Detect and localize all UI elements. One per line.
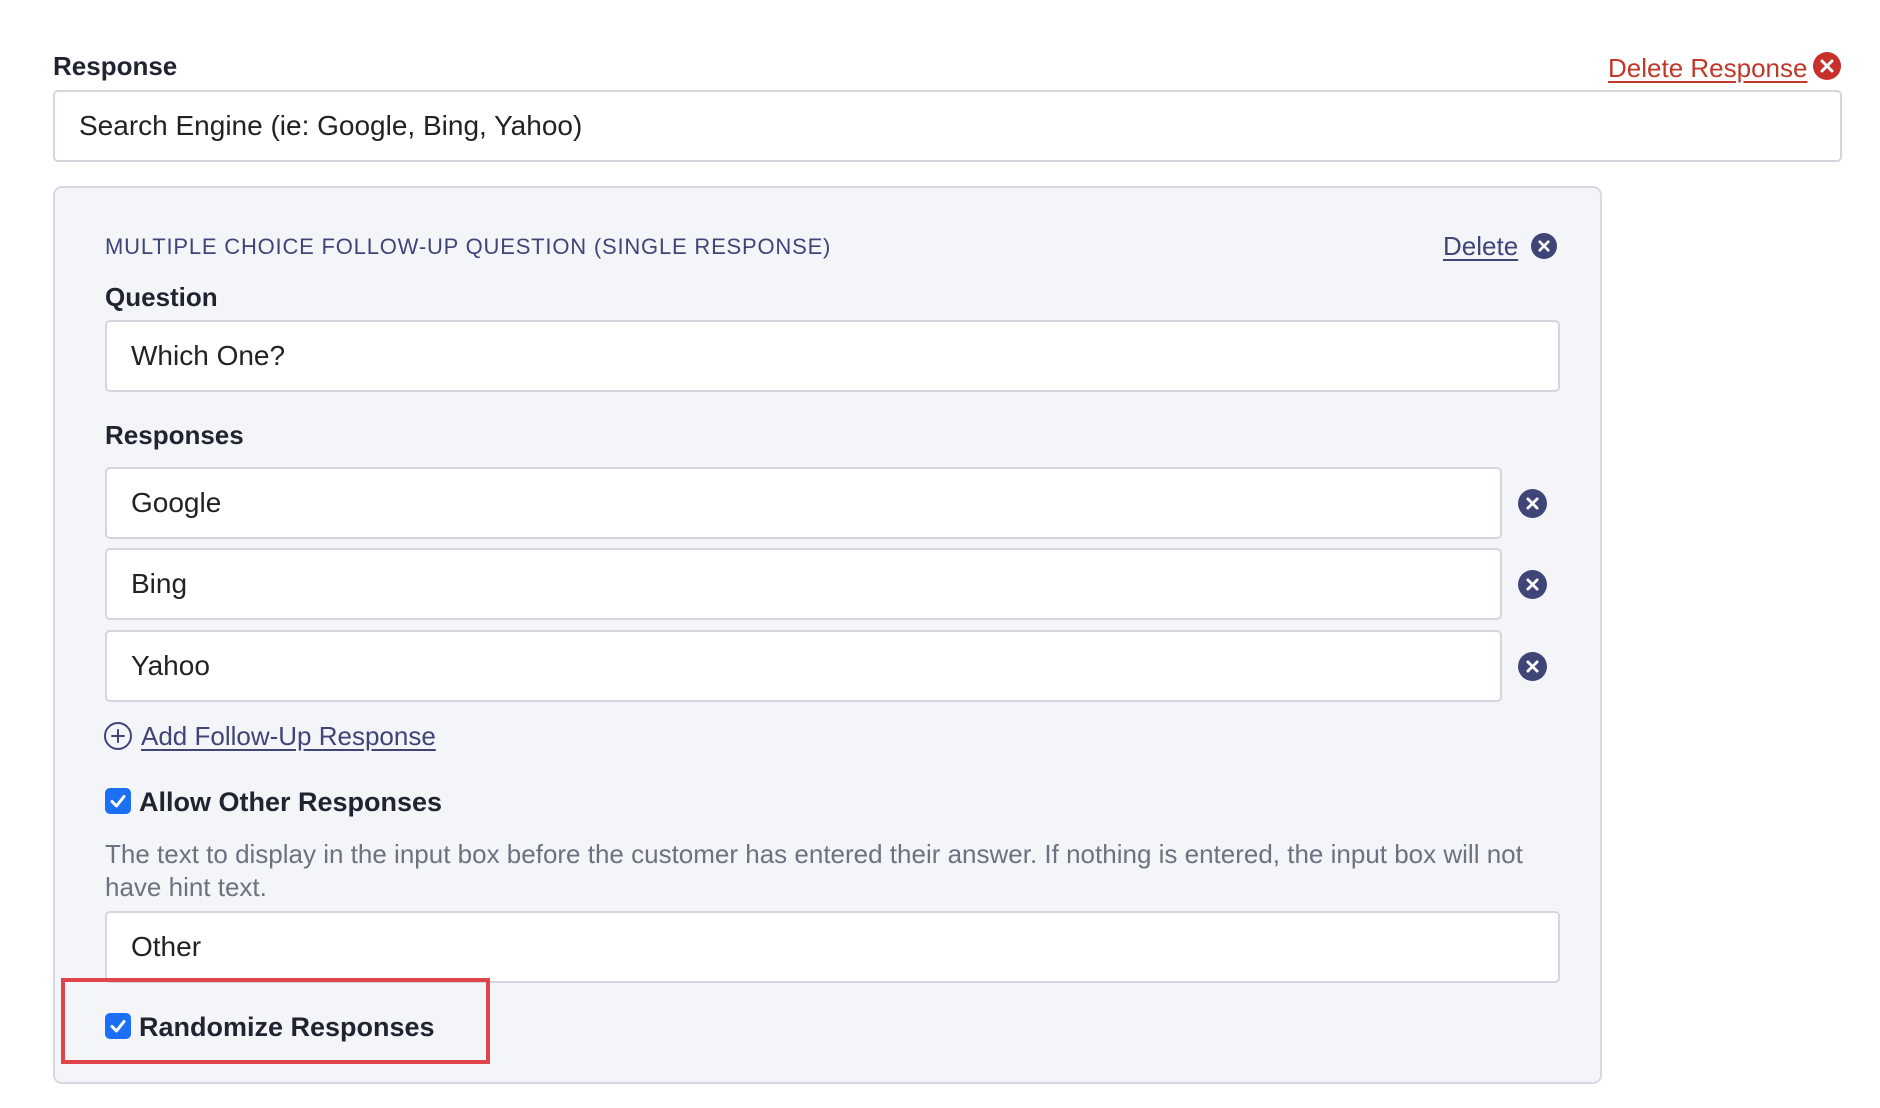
randomize-checkbox[interactable] xyxy=(105,1013,131,1039)
remove-response-icon[interactable] xyxy=(1518,489,1547,518)
other-hint-input-value: Other xyxy=(131,931,202,962)
hint-help-text: The text to display in the input box bef… xyxy=(105,839,1523,902)
delete-followup-link[interactable]: Delete xyxy=(1443,233,1518,259)
delete-followup-icon[interactable] xyxy=(1531,233,1557,259)
delete-response-icon[interactable] xyxy=(1813,52,1841,80)
allow-other-checkbox[interactable] xyxy=(105,788,131,814)
response-option-value: Yahoo xyxy=(131,650,210,681)
question-label: Question xyxy=(105,282,218,312)
response-label: Response xyxy=(53,51,178,81)
add-followup-response-link[interactable]: Add Follow-Up Response xyxy=(141,723,436,749)
remove-response-icon[interactable] xyxy=(1518,570,1547,599)
followup-section-title: MULTIPLE CHOICE FOLLOW-UP QUESTION (SING… xyxy=(105,234,832,259)
responses-label: Responses xyxy=(105,420,244,450)
allow-other-label: Allow Other Responses xyxy=(139,787,443,817)
check-icon xyxy=(110,1020,126,1033)
delete-response-link[interactable]: Delete Response xyxy=(1608,55,1807,81)
plus-circle-icon[interactable] xyxy=(104,722,132,750)
check-icon xyxy=(110,795,126,808)
response-input-value: Search Engine (ie: Google, Bing, Yahoo) xyxy=(79,110,583,141)
response-option-value: Google xyxy=(131,487,222,518)
page: Response Delete Response Search Engine (… xyxy=(0,0,1880,1108)
remove-response-icon[interactable] xyxy=(1518,652,1547,681)
randomize-label: Randomize Responses xyxy=(139,1012,435,1042)
response-option-input[interactable]: Google xyxy=(105,467,1502,539)
response-input[interactable]: Search Engine (ie: Google, Bing, Yahoo) xyxy=(53,90,1842,162)
response-option-input[interactable]: Yahoo xyxy=(105,630,1502,702)
response-option-value: Bing xyxy=(131,568,188,599)
response-option-input[interactable]: Bing xyxy=(105,548,1502,620)
other-hint-input[interactable]: Other xyxy=(105,911,1560,983)
question-input[interactable]: Which One? xyxy=(105,320,1560,392)
question-input-value: Which One? xyxy=(131,340,286,371)
